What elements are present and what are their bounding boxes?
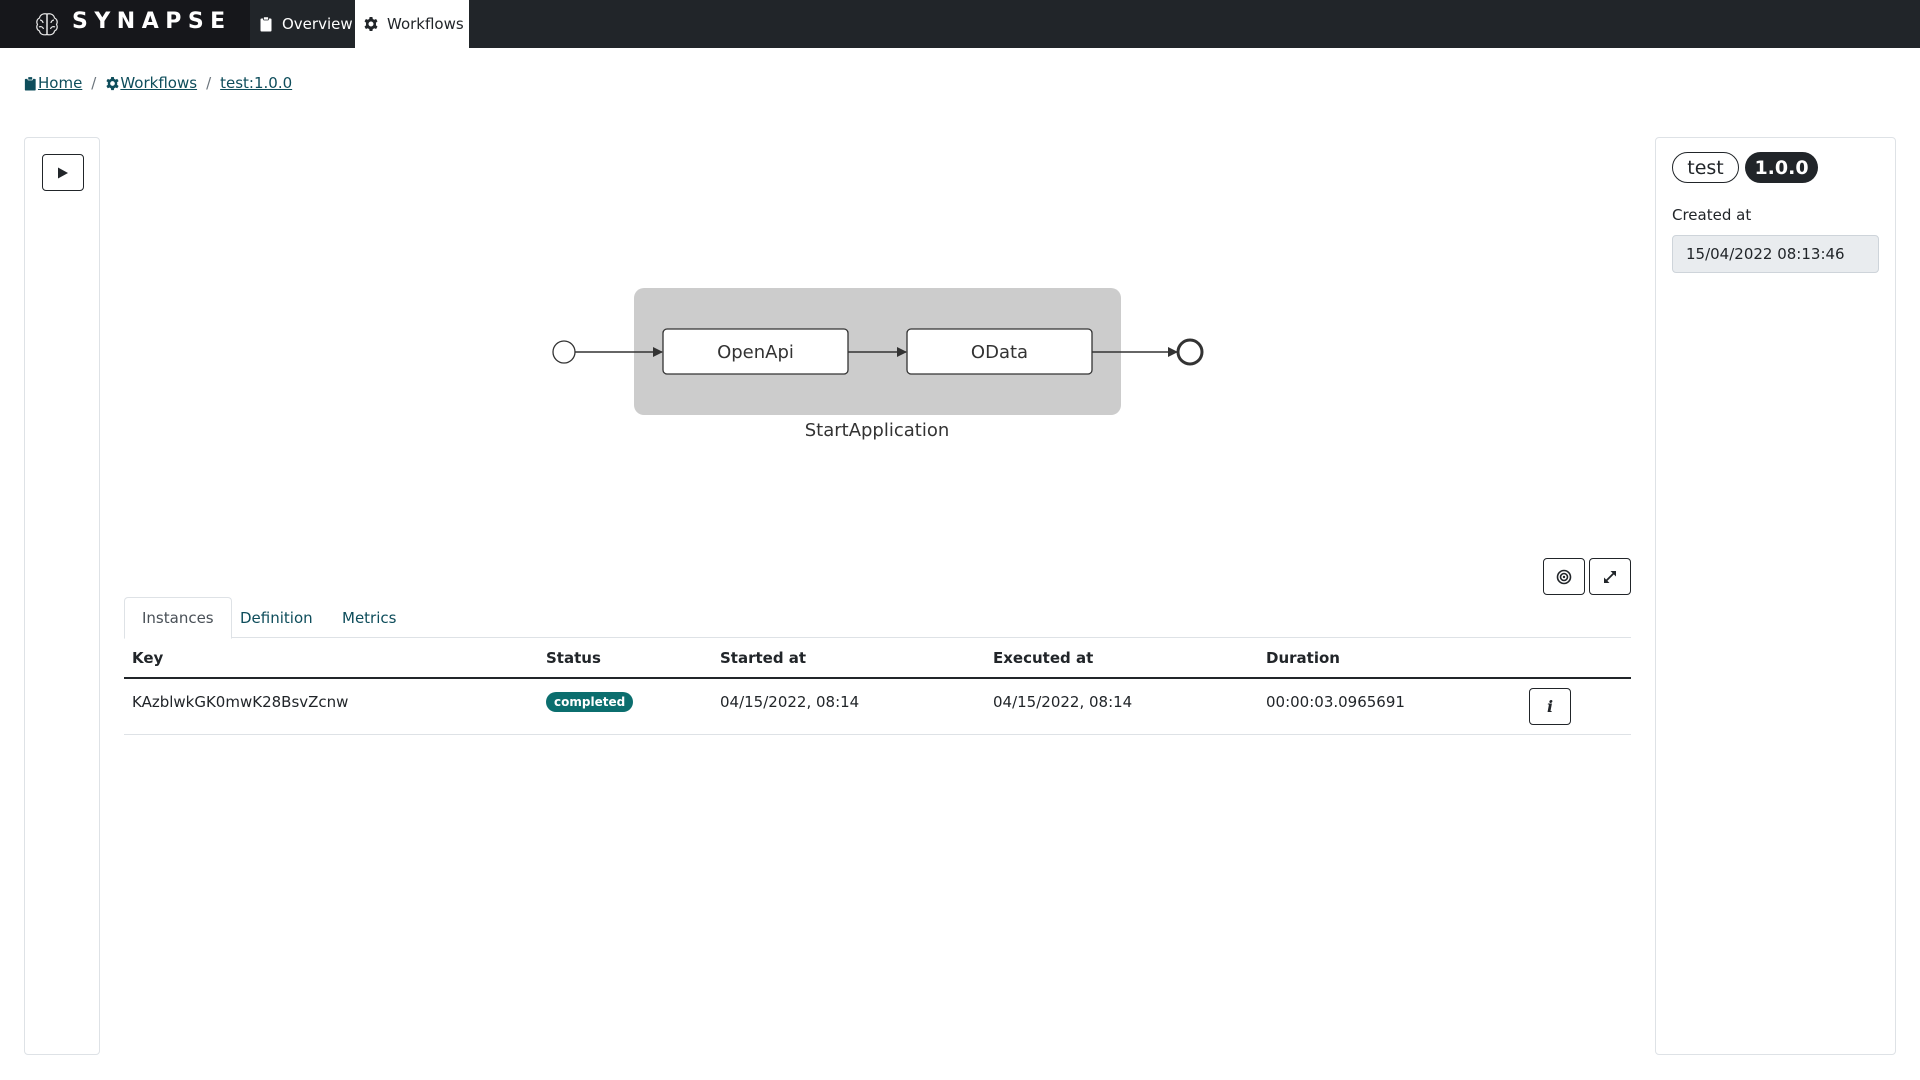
clipboard-icon [260, 16, 272, 32]
start-node [552, 340, 576, 364]
clipboard-icon [24, 75, 36, 91]
node-openapi-label: OpenApi [717, 342, 794, 363]
left-toolbar-panel [24, 137, 100, 1055]
breadcrumb-separator: / [91, 74, 97, 92]
column-header-key: Key [132, 649, 164, 667]
column-header-duration: Duration [1266, 649, 1340, 667]
instance-details-button[interactable]: i [1529, 688, 1571, 725]
column-header-status: Status [546, 649, 601, 667]
created-at-field[interactable] [1672, 235, 1879, 273]
workflow-name-badge: test [1672, 152, 1739, 183]
column-header-started-at: Started at [720, 649, 807, 667]
gear-icon [364, 17, 378, 31]
gear-icon [106, 76, 119, 90]
instance-started-at: 04/15/2022, 08:14 [720, 693, 860, 711]
instance-key: KAzblwkGK0mwK28BsvZcnw [132, 693, 349, 711]
brand[interactable]: SYNAPSE [0, 0, 250, 48]
workflow-info-panel: test 1.0.0 Created at [1655, 137, 1896, 1055]
workflow-diagram: OpenApi OData StartApplication [552, 288, 1204, 441]
nav-workflows-label: Workflows [387, 15, 464, 33]
breadcrumb-home-label: Home [38, 74, 83, 92]
breadcrumb-workflows-label: Workflows [120, 74, 198, 92]
breadcrumb-separator: / [206, 74, 212, 92]
instance-duration: 00:00:03.0965691 [1266, 693, 1405, 711]
info-icon: i [1546, 697, 1554, 716]
table-row[interactable]: KAzblwkGK0mwK28BsvZcnw completed 04/15/2… [124, 679, 1631, 735]
tab-instances[interactable]: Instances [124, 597, 232, 639]
center-diagram-button[interactable] [1543, 558, 1585, 595]
breadcrumb-current[interactable]: test:1.0.0 [220, 74, 292, 92]
play-icon [58, 167, 68, 178]
nav-workflows[interactable]: Workflows [355, 0, 469, 48]
instance-executed-at: 04/15/2022, 08:14 [993, 693, 1133, 711]
detail-tabs: Instances Definition Metrics [124, 597, 1631, 639]
breadcrumb: Home / Workflows / test:1.0.0 [23, 74, 292, 92]
tab-metrics[interactable]: Metrics [325, 597, 413, 638]
breadcrumb-workflows[interactable]: Workflows [105, 74, 197, 92]
workflow-version-badge: 1.0.0 [1745, 152, 1818, 183]
node-odata-label: OData [971, 342, 1028, 363]
nav-overview-label: Overview [282, 15, 353, 33]
brand-name: SYNAPSE [72, 9, 232, 34]
column-header-executed-at: Executed at [993, 649, 1094, 667]
created-at-label: Created at [1672, 206, 1752, 224]
brain-icon [36, 13, 58, 36]
expand-icon [1604, 570, 1616, 583]
breadcrumb-home[interactable]: Home [23, 74, 82, 92]
status-badge: completed [546, 692, 634, 712]
state-label: StartApplication [805, 420, 950, 441]
nav-overview[interactable]: Overview [250, 0, 355, 48]
target-icon [1556, 569, 1572, 584]
top-navbar: SYNAPSE Overview Workflows [0, 0, 1920, 48]
fullscreen-button[interactable] [1589, 558, 1631, 595]
end-node [1176, 338, 1204, 366]
tab-definition[interactable]: Definition [223, 597, 330, 638]
start-workflow-button[interactable] [42, 154, 84, 191]
